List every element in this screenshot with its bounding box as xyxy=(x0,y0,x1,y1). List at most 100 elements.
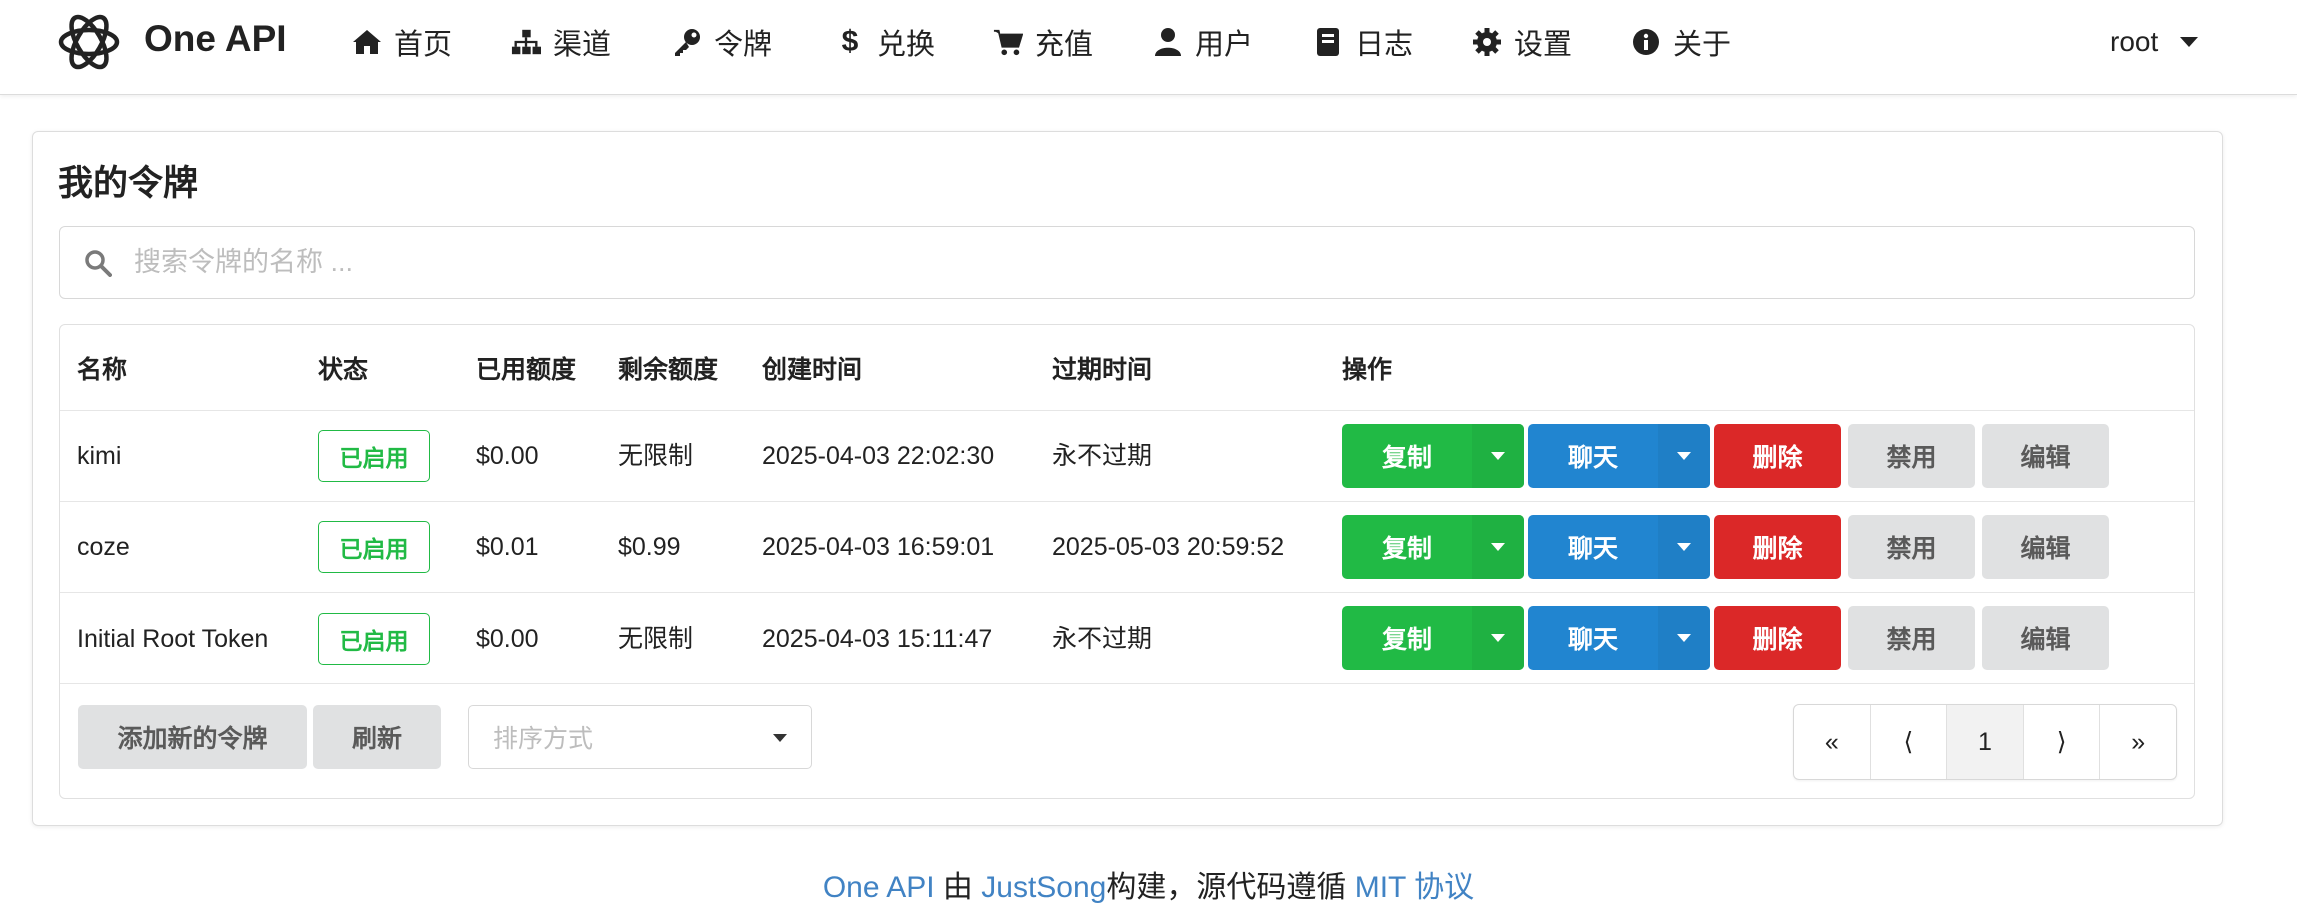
token-name: Initial Root Token xyxy=(77,625,269,653)
brand-name[interactable]: One API xyxy=(144,18,287,60)
copy-button-label[interactable]: 复制 xyxy=(1342,515,1472,579)
chevron-down-icon xyxy=(1491,543,1505,551)
delete-button[interactable]: 删除 xyxy=(1714,515,1841,579)
status-badge: 已启用 xyxy=(318,613,430,665)
sort-select[interactable]: 排序方式 xyxy=(468,705,812,769)
expire-time: 永不过期 xyxy=(1052,442,1153,470)
chat-button[interactable]: 聊天 xyxy=(1528,424,1710,488)
nav-label: 兑换 xyxy=(877,29,936,61)
nav-topup[interactable]: 充值 xyxy=(993,22,1093,62)
col-header-remaining[interactable]: 剩余额度 xyxy=(618,350,718,386)
cart-icon xyxy=(993,27,1023,57)
edit-button[interactable]: 编辑 xyxy=(1982,606,2109,670)
nav-about[interactable]: 关于 xyxy=(1631,22,1731,62)
nav-redeem[interactable]: $ 兑换 xyxy=(835,22,935,62)
chevron-down-icon xyxy=(2180,37,2199,47)
expire-time: 2025-05-03 20:59:52 xyxy=(1052,533,1285,561)
remaining-quota: $0.99 xyxy=(618,533,681,561)
nav-label: 令牌 xyxy=(714,29,773,61)
expire-time: 永不过期 xyxy=(1052,625,1153,653)
chat-button-label[interactable]: 聊天 xyxy=(1528,424,1658,488)
nav-channels[interactable]: 渠道 xyxy=(511,22,611,62)
nav-label: 关于 xyxy=(1673,29,1732,61)
copy-button[interactable]: 复制 xyxy=(1342,515,1524,579)
copy-dropdown-toggle[interactable] xyxy=(1472,606,1524,670)
nav-label: 充值 xyxy=(1035,29,1094,61)
nav-label: 用户 xyxy=(1195,29,1254,61)
info-icon xyxy=(1631,27,1661,57)
disable-button[interactable]: 禁用 xyxy=(1848,424,1975,488)
copy-button-label[interactable]: 复制 xyxy=(1342,424,1472,488)
nav-logs[interactable]: 日志 xyxy=(1313,22,1413,62)
nav-settings[interactable]: 设置 xyxy=(1472,22,1572,62)
footer: One API 由 JustSong构建，源代码遵循 MIT 协议 xyxy=(0,862,2297,906)
top-navbar: One API 首页 渠道 令牌 $ 兑换 充值 用户 日志 设置 关于 roo… xyxy=(0,0,2297,95)
chat-dropdown-toggle[interactable] xyxy=(1658,424,1710,488)
openai-logo-icon xyxy=(58,14,120,70)
dollar-icon: $ xyxy=(841,25,859,58)
chevron-down-icon xyxy=(773,734,787,742)
disable-button[interactable]: 禁用 xyxy=(1848,606,1975,670)
status-badge: 已启用 xyxy=(318,430,430,482)
footer-author-link[interactable]: JustSong xyxy=(981,871,1106,904)
nav-home[interactable]: 首页 xyxy=(352,22,452,62)
footer-by-text: 由 xyxy=(942,871,973,904)
col-header-status[interactable]: 状态 xyxy=(318,350,368,386)
chat-button[interactable]: 聊天 xyxy=(1528,515,1710,579)
edit-button[interactable]: 编辑 xyxy=(1982,515,2109,579)
search-input[interactable] xyxy=(134,247,2034,278)
used-quota: $0.00 xyxy=(476,442,539,470)
delete-button[interactable]: 删除 xyxy=(1714,606,1841,670)
pagination-first[interactable]: « xyxy=(1794,705,1871,779)
remaining-quota: 无限制 xyxy=(618,625,694,653)
user-menu-dropdown[interactable]: root xyxy=(2110,22,2199,62)
copy-dropdown-toggle[interactable] xyxy=(1472,424,1524,488)
nav-label: 渠道 xyxy=(553,29,612,61)
col-header-used[interactable]: 已用额度 xyxy=(476,350,576,386)
chat-dropdown-toggle[interactable] xyxy=(1658,515,1710,579)
col-header-expires[interactable]: 过期时间 xyxy=(1052,350,1152,386)
nav-label: 设置 xyxy=(1514,29,1573,61)
delete-button[interactable]: 删除 xyxy=(1714,424,1841,488)
col-header-actions: 操作 xyxy=(1342,356,1393,384)
created-time: 2025-04-03 22:02:30 xyxy=(762,442,995,470)
footer-license-link[interactable]: MIT 协议 xyxy=(1355,871,1474,904)
footer-brand-link[interactable]: One API xyxy=(823,871,935,904)
chevron-down-icon xyxy=(1677,452,1691,460)
token-name: coze xyxy=(77,533,130,561)
nav-tokens[interactable]: 令牌 xyxy=(672,22,772,62)
used-quota: $0.00 xyxy=(476,625,539,653)
pagination-prev[interactable]: ⟨ xyxy=(1871,705,1948,779)
edit-button[interactable]: 编辑 xyxy=(1982,424,2109,488)
copy-dropdown-toggle[interactable] xyxy=(1472,515,1524,579)
disable-button[interactable]: 禁用 xyxy=(1848,515,1975,579)
chat-dropdown-toggle[interactable] xyxy=(1658,606,1710,670)
search-box[interactable] xyxy=(59,226,2195,299)
search-icon xyxy=(85,249,112,277)
chat-button[interactable]: 聊天 xyxy=(1528,606,1710,670)
copy-button[interactable]: 复制 xyxy=(1342,606,1524,670)
footer-middle-text: 构建，源代码遵循 xyxy=(1106,871,1347,904)
row-divider xyxy=(60,501,2194,502)
page-title: 我的令牌 xyxy=(58,164,199,203)
created-time: 2025-04-03 15:11:47 xyxy=(762,625,993,653)
add-token-button[interactable]: 添加新的令牌 xyxy=(78,705,307,769)
col-header-name[interactable]: 名称 xyxy=(77,350,127,386)
chevron-down-icon xyxy=(1677,634,1691,642)
chevron-down-icon xyxy=(1491,452,1505,460)
pagination-next[interactable]: ⟩ xyxy=(2024,705,2101,779)
nav-users[interactable]: 用户 xyxy=(1153,22,1253,62)
chat-button-label[interactable]: 聊天 xyxy=(1528,606,1658,670)
pagination-page-current[interactable]: 1 xyxy=(1947,705,2024,779)
copy-button-label[interactable]: 复制 xyxy=(1342,606,1472,670)
row-divider xyxy=(60,683,2194,684)
status-badge: 已启用 xyxy=(318,521,430,573)
created-time: 2025-04-03 16:59:01 xyxy=(762,533,995,561)
col-header-created[interactable]: 创建时间 xyxy=(762,350,862,386)
pagination-last[interactable]: » xyxy=(2100,705,2176,779)
copy-button[interactable]: 复制 xyxy=(1342,424,1524,488)
chat-button-label[interactable]: 聊天 xyxy=(1528,515,1658,579)
user-icon xyxy=(1153,27,1183,57)
sort-select-placeholder: 排序方式 xyxy=(493,725,594,753)
refresh-button[interactable]: 刷新 xyxy=(313,705,441,769)
